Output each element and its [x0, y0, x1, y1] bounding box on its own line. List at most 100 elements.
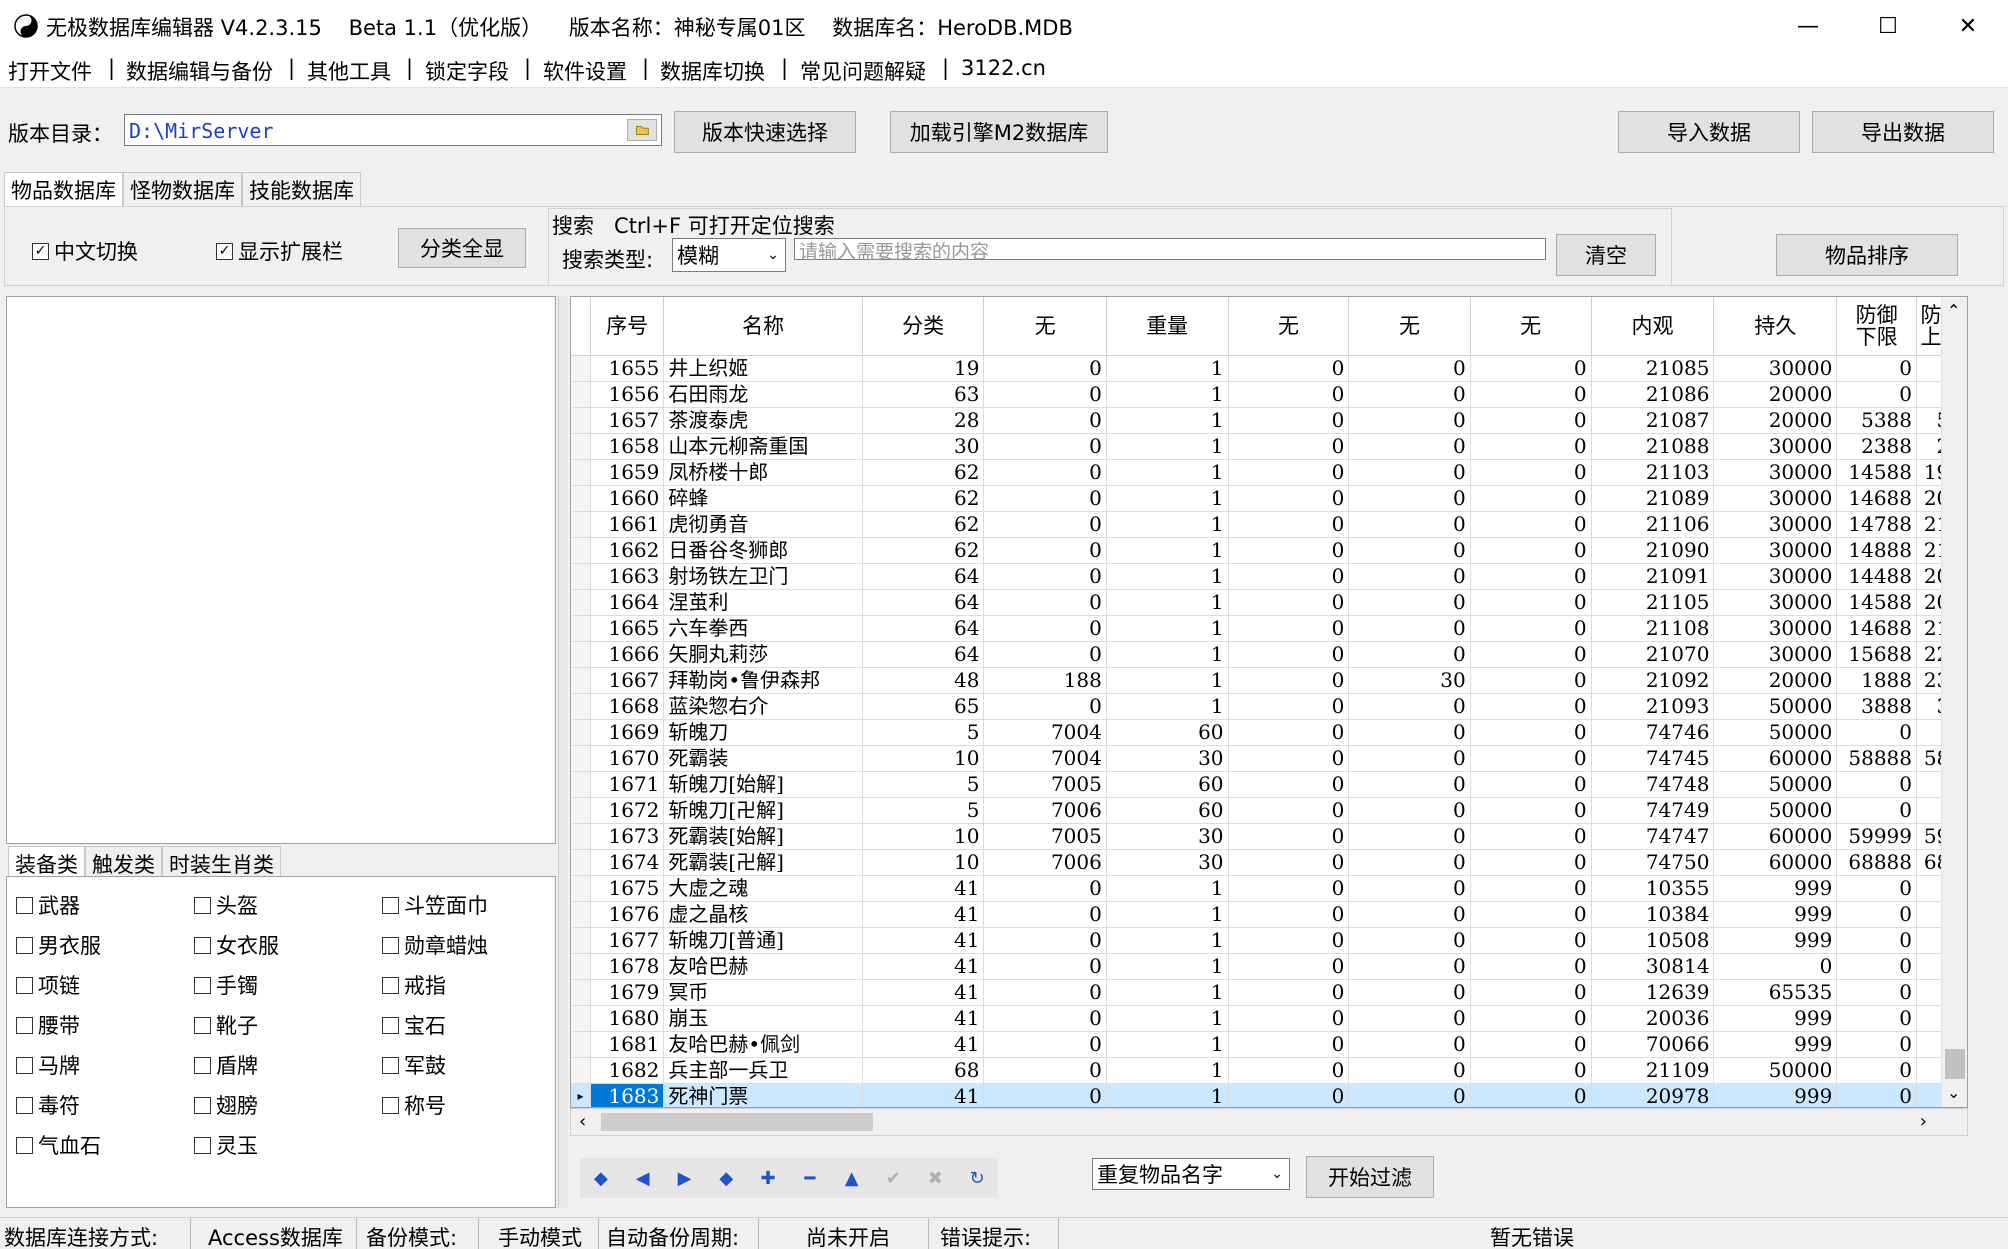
table-cell[interactable]: 1888: [1836, 667, 1917, 694]
table-cell[interactable]: 0: [1470, 1057, 1592, 1084]
category-checkbox[interactable]: 毒符: [16, 1090, 80, 1120]
row-indicator[interactable]: [571, 1031, 591, 1058]
table-cell[interactable]: 30: [1348, 667, 1471, 694]
table-cell[interactable]: 0: [1470, 407, 1592, 434]
table-cell[interactable]: 0: [1228, 1031, 1350, 1058]
category-checkbox[interactable]: 戒指: [382, 970, 446, 1000]
table-cell[interactable]: 30: [862, 433, 985, 460]
edit-record-icon[interactable]: ▲: [831, 1168, 873, 1189]
table-cell[interactable]: 64: [862, 589, 985, 616]
table-cell[interactable]: 0: [1228, 615, 1350, 642]
table-row[interactable]: 1677 斩魄刀[普通] 41 0 1 0 0 0 10508 999 0: [571, 927, 1967, 954]
table-cell[interactable]: 0: [1470, 823, 1592, 850]
table-cell[interactable]: 60000: [1713, 823, 1838, 850]
table-cell[interactable]: 21090: [1591, 537, 1715, 564]
table-cell[interactable]: 7004: [983, 719, 1107, 746]
table-cell[interactable]: 30000: [1713, 511, 1838, 538]
table-cell[interactable]: 64: [862, 563, 985, 590]
table-cell[interactable]: 20036: [1591, 1005, 1715, 1032]
table-cell[interactable]: 矢胴丸莉莎: [663, 641, 863, 668]
category-checkbox[interactable]: 男衣服: [16, 930, 101, 960]
table-cell[interactable]: 1683: [590, 1083, 665, 1107]
search-input[interactable]: 请输入需要搜索的内容: [794, 238, 1546, 263]
table-cell[interactable]: 21106: [1591, 511, 1715, 538]
table-cell[interactable]: 41: [862, 1031, 985, 1058]
table-cell[interactable]: 74745: [1591, 745, 1715, 772]
row-indicator[interactable]: [571, 875, 591, 902]
menu-db-switch[interactable]: 数据库切换: [660, 56, 765, 86]
table-cell[interactable]: 30: [1106, 823, 1229, 850]
table-cell[interactable]: 0: [983, 641, 1107, 668]
table-cell[interactable]: 68: [862, 1057, 985, 1084]
table-cell[interactable]: 21086: [1591, 381, 1715, 408]
table-cell[interactable]: 1682: [590, 1057, 665, 1084]
table-cell[interactable]: 58888: [1836, 745, 1917, 772]
splitter[interactable]: [558, 296, 568, 1208]
table-cell[interactable]: 0: [983, 459, 1107, 486]
table-cell[interactable]: 74748: [1591, 771, 1715, 798]
row-indicator[interactable]: [571, 589, 591, 616]
table-cell[interactable]: 0: [1348, 459, 1471, 486]
table-cell[interactable]: 六车拳西: [663, 615, 863, 642]
table-cell[interactable]: 0: [983, 537, 1107, 564]
table-cell[interactable]: 1679: [590, 979, 665, 1006]
table-cell[interactable]: 1: [1106, 901, 1229, 928]
row-indicator[interactable]: [571, 511, 591, 538]
next-record-icon[interactable]: ▶: [664, 1168, 706, 1189]
table-cell[interactable]: 0: [1228, 1005, 1350, 1032]
table-cell[interactable]: 0: [1348, 1031, 1471, 1058]
table-cell[interactable]: 0: [1228, 511, 1350, 538]
table-cell[interactable]: 14488: [1836, 563, 1917, 590]
category-checkbox[interactable]: 盾牌: [194, 1050, 258, 1080]
table-cell[interactable]: 0: [983, 1083, 1107, 1107]
table-row[interactable]: 1660碎蜂6201000210893000014688202: [571, 485, 1967, 512]
column-header[interactable]: 序号: [590, 297, 665, 356]
table-cell[interactable]: 62: [862, 537, 985, 564]
table-cell[interactable]: 崩玉: [663, 1005, 863, 1032]
table-cell[interactable]: 14688: [1836, 485, 1917, 512]
table-cell[interactable]: 12639: [1591, 979, 1715, 1006]
table-cell[interactable]: 0: [983, 407, 1107, 434]
table-cell[interactable]: 0: [1348, 485, 1471, 512]
table-cell[interactable]: 0: [1348, 1083, 1471, 1107]
table-cell[interactable]: 188: [983, 667, 1107, 694]
table-cell[interactable]: 20000: [1713, 667, 1838, 694]
table-cell[interactable]: 日番谷冬狮郎: [663, 537, 863, 564]
table-row[interactable]: 1666矢胴丸莉莎6401000210703000015688229: [571, 641, 1967, 668]
table-cell[interactable]: 1: [1106, 875, 1229, 902]
table-cell[interactable]: 1664: [590, 589, 665, 616]
table-cell[interactable]: 30000: [1713, 433, 1838, 460]
table-cell[interactable]: 21087: [1591, 407, 1715, 434]
table-row[interactable]: 1655井上织姬1901000210853000005: [571, 355, 1967, 382]
category-checkbox[interactable]: 气血石: [16, 1130, 101, 1160]
table-cell[interactable]: 1656: [590, 381, 665, 408]
table-cell[interactable]: 1661: [590, 511, 665, 538]
table-cell[interactable]: 0: [1228, 693, 1350, 720]
table-cell[interactable]: 0: [1836, 355, 1917, 382]
table-cell[interactable]: 虎彻勇音: [663, 511, 863, 538]
table-cell[interactable]: 1: [1106, 537, 1229, 564]
table-cell[interactable]: 30814: [1591, 953, 1715, 980]
table-cell[interactable]: 0: [1228, 459, 1350, 486]
table-cell[interactable]: 0: [1228, 901, 1350, 928]
table-cell[interactable]: 1681: [590, 1031, 665, 1058]
table-cell[interactable]: 茶渡泰虎: [663, 407, 863, 434]
filter-mode-select[interactable]: 重复物品名字 ⌄: [1092, 1158, 1290, 1190]
table-cell[interactable]: 30: [1106, 745, 1229, 772]
table-cell[interactable]: 0: [1348, 381, 1471, 408]
table-cell[interactable]: 20000: [1713, 407, 1838, 434]
table-cell[interactable]: 1: [1106, 615, 1229, 642]
column-header[interactable]: 无: [983, 297, 1107, 356]
table-cell[interactable]: 48: [862, 667, 985, 694]
table-cell[interactable]: 1675: [590, 875, 665, 902]
chevron-right-icon[interactable]: ›: [1920, 1111, 1927, 1132]
table-cell[interactable]: 1: [1106, 407, 1229, 434]
table-cell[interactable]: 2388: [1836, 433, 1917, 460]
column-header[interactable]: 无: [1470, 297, 1592, 356]
table-cell[interactable]: 59999: [1836, 823, 1917, 850]
row-indicator[interactable]: [571, 771, 591, 798]
table-cell[interactable]: 30000: [1713, 589, 1838, 616]
table-cell[interactable]: 0: [983, 563, 1107, 590]
folder-browse-icon[interactable]: [627, 119, 657, 141]
menu-faq[interactable]: 常见问题解疑: [800, 56, 926, 86]
